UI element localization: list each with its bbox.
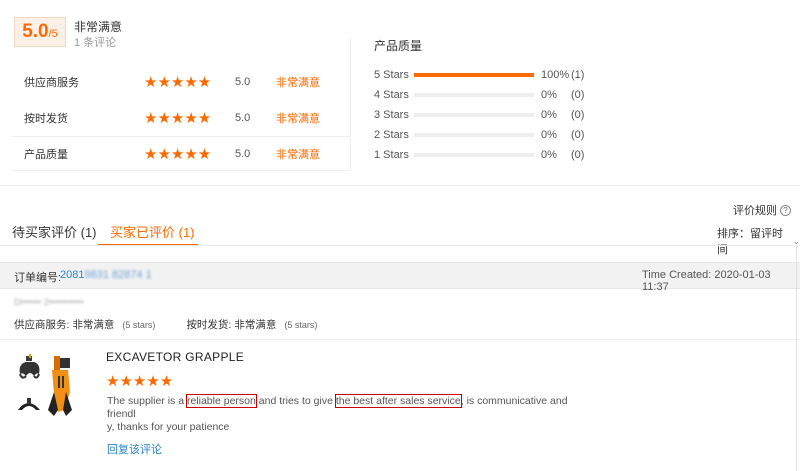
dimension-rating: 5.0 — [235, 112, 251, 124]
quality-bar-label: 1 Stars — [374, 149, 409, 161]
quality-bar-percent: 0% — [541, 109, 557, 121]
overall-score-value: 5.0 — [22, 21, 49, 42]
reply-review-link[interactable]: 回复该评论 — [107, 441, 162, 457]
rules-link-label: 评价规则 — [733, 205, 777, 217]
order-number-label: 订单编号: — [14, 272, 62, 284]
quality-bar-label: 3 Stars — [374, 109, 409, 121]
masked-order-number: 9831 82874 1 — [84, 269, 152, 281]
right-edge-border — [796, 246, 797, 471]
dimension-rating: 5.0 — [235, 76, 251, 88]
dimension-row: 供应商服务 ★★★★★ 5.0 非常满意 — [12, 64, 352, 100]
supplier-service-value: 非常满意 — [72, 319, 115, 331]
star-rating-icon: ★★★★★ — [144, 74, 212, 91]
quality-bar-percent: 0% — [541, 149, 557, 161]
quality-bar-count: (0) — [571, 89, 585, 101]
divider — [0, 339, 800, 340]
review-count: 1 条评论 — [74, 37, 117, 49]
dimension-text: 非常满意 — [276, 113, 320, 125]
sort-label: 排序：留评时间 — [717, 228, 783, 256]
quality-bar-row: 2 Stars 0% (0) — [374, 125, 584, 145]
tabs-divider — [0, 245, 800, 246]
quality-bar-label: 5 Stars — [374, 69, 409, 81]
quality-bar-row: 5 Stars 100% (1) — [374, 65, 584, 85]
tab-pending[interactable]: 待买家评价 (1) — [12, 222, 97, 241]
dimension-rating: 5.0 — [235, 148, 251, 160]
sort-dropdown[interactable]: 排序：留评时间 ⌄ — [717, 225, 800, 257]
dimension-text: 非常满意 — [276, 149, 320, 161]
quality-bar-label: 4 Stars — [374, 89, 409, 101]
buyer-name-masked: Di•••••• 2••••••••••• — [14, 297, 84, 307]
quality-bar-count: (0) — [571, 149, 585, 161]
supplier-service-stars: (5 stars) — [122, 319, 156, 330]
star-rating-icon: ★★★★★ — [144, 110, 212, 127]
star-rating-icon: ★★★★★ — [144, 146, 212, 163]
quality-bar-percent: 0% — [541, 89, 557, 101]
quality-bar-label: 2 Stars — [374, 129, 409, 141]
quality-bar-track — [414, 153, 534, 157]
order-number: 2081 — [60, 269, 85, 281]
review-ratings-line: 供应商服务: 非常满意 (5 stars) 按时发货: 非常满意 (5 star… — [14, 317, 317, 332]
quality-bar-percent: 100% — [541, 69, 570, 81]
help-icon: ? — [780, 204, 791, 216]
overall-score-badge: 5.0 /5 — [14, 17, 66, 47]
overall-satisfaction-label: 非常满意 — [74, 20, 123, 34]
quality-bar-track — [414, 93, 534, 97]
quality-bar-count: (0) — [571, 109, 585, 121]
supplier-service-label: 供应商服务: — [14, 319, 70, 331]
quality-bar-track — [414, 113, 534, 117]
quality-title: 产品质量 — [374, 39, 423, 53]
quality-bar-row: 4 Stars 0% (0) — [374, 85, 584, 105]
quality-bar-count: (1) — [571, 69, 585, 81]
order-number-link[interactable]: 20819831 82874 1 — [60, 269, 152, 281]
time-created: Time Created: 2020-01-03 11:37 — [642, 269, 771, 293]
dimension-label: 供应商服务 — [24, 77, 79, 89]
quality-bar-track — [414, 73, 534, 77]
review-highlight-reliable: reliable person — [185, 394, 257, 408]
dimension-text: 非常满意 — [276, 77, 320, 89]
on-time-label: 按时发货: — [186, 319, 232, 331]
review-text-part: The supplier is a — [107, 395, 187, 407]
rules-link[interactable]: 评价规则 ? — [733, 202, 791, 218]
tab-reviewed[interactable]: 买家已评价 (1) — [110, 222, 195, 241]
review-text-part: and tries to give — [255, 395, 336, 407]
dimension-row: 产品质量 ★★★★★ 5.0 非常满意 — [12, 136, 352, 172]
review-text: The supplier is a reliable person and tr… — [107, 394, 577, 434]
dimension-row: 按时发货 ★★★★★ 5.0 非常满意 — [12, 100, 352, 136]
dimension-label: 产品质量 — [24, 149, 68, 161]
quality-bar-row: 1 Stars 0% (0) — [374, 145, 584, 165]
quality-bar-row: 3 Stars 0% (0) — [374, 105, 584, 125]
product-image[interactable] — [14, 352, 84, 424]
excavator-grapple-image — [18, 354, 72, 416]
review-highlight-after-sales: the best after sales service — [334, 394, 462, 408]
section-divider — [0, 185, 800, 186]
review-star-rating-icon: ★★★★★ — [106, 373, 174, 390]
dimension-label: 按时发货 — [24, 113, 68, 125]
quality-bar-percent: 0% — [541, 129, 557, 141]
quality-bar-track — [414, 133, 534, 137]
overall-score-suffix: /5 — [48, 28, 58, 40]
quality-bar-count: (0) — [571, 129, 585, 141]
on-time-value: 非常满意 — [234, 319, 277, 331]
on-time-stars: (5 stars) — [284, 319, 318, 330]
quality-bar-fill — [414, 73, 534, 77]
review-text-part: y, thanks for your patience — [107, 421, 230, 433]
product-title[interactable]: EXCAVETOR GRAPPLE — [106, 350, 244, 364]
